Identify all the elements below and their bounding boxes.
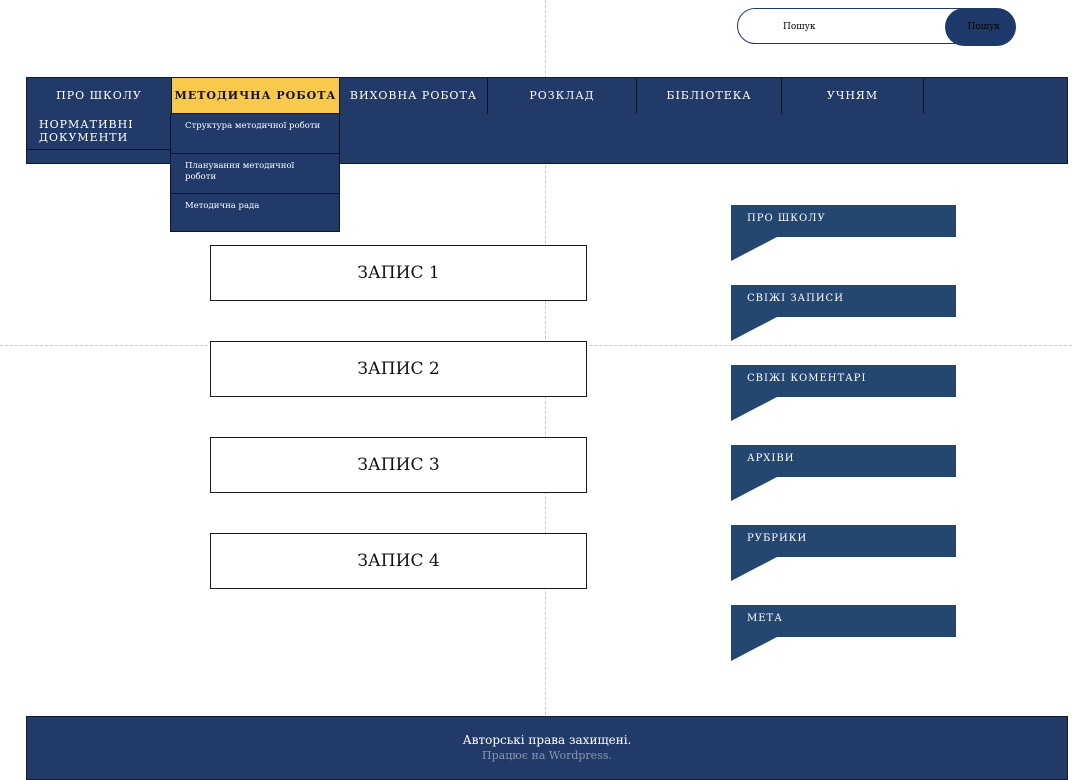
search-input[interactable]: Пошук bbox=[737, 8, 970, 44]
post-card[interactable]: ЗАПИС 4 bbox=[210, 533, 587, 589]
widget-arrow-icon bbox=[731, 557, 777, 581]
footer-copyright: Авторські права захищені. bbox=[462, 733, 632, 747]
nav-item-documents[interactable]: НОРМАТИВНІ ДОКУМЕНТИ bbox=[27, 114, 172, 150]
widget-title: АРХІВИ bbox=[747, 453, 795, 464]
widget-arrow-icon bbox=[731, 237, 777, 261]
widget-recent-posts[interactable]: СВІЖІ ЗАПИСИ bbox=[731, 285, 956, 341]
nav-item-documents-line1: НОРМАТИВНІ bbox=[39, 118, 134, 131]
post-card[interactable]: ЗАПИС 2 bbox=[210, 341, 587, 397]
widget-archives[interactable]: АРХІВИ bbox=[731, 445, 956, 501]
post-card[interactable]: ЗАПИС 1 bbox=[210, 245, 587, 301]
widget-categories[interactable]: РУБРИКИ bbox=[731, 525, 956, 581]
widget-meta[interactable]: МЕТА bbox=[731, 605, 956, 661]
nav-item-about[interactable]: ПРО ШКОЛУ bbox=[27, 78, 172, 114]
dropdown-item-planning[interactable]: Планування методичної роботи bbox=[171, 154, 339, 194]
widget-recent-comments[interactable]: СВІЖІ КОМЕНТАРІ bbox=[731, 365, 956, 421]
nav-divider bbox=[27, 149, 171, 150]
nav-item-documents-line2: ДОКУМЕНТИ bbox=[39, 131, 129, 144]
footer: Авторські права захищені. Працює на Word… bbox=[26, 716, 1068, 780]
search-form: Пошук Пошук bbox=[737, 8, 1016, 46]
dropdown-item-council[interactable]: Методична рада bbox=[171, 194, 339, 231]
nav-item-students[interactable]: УЧНЯМ bbox=[782, 78, 924, 114]
search-button[interactable]: Пошук bbox=[945, 8, 1016, 46]
widget-title: СВІЖІ КОМЕНТАРІ bbox=[747, 373, 867, 384]
widget-title: СВІЖІ ЗАПИСИ bbox=[747, 293, 844, 304]
nav-item-methodical[interactable]: МЕТОДИЧНА РОБОТА bbox=[172, 78, 340, 114]
nav-item-library[interactable]: БІБЛІОТЕКА bbox=[637, 78, 782, 114]
widget-arrow-icon bbox=[731, 477, 777, 501]
widget-arrow-icon bbox=[731, 637, 777, 661]
widget-title: РУБРИКИ bbox=[747, 533, 808, 544]
post-card[interactable]: ЗАПИС 3 bbox=[210, 437, 587, 493]
widget-about[interactable]: ПРО ШКОЛУ bbox=[731, 205, 956, 261]
widget-title: МЕТА bbox=[747, 613, 783, 624]
widget-arrow-icon bbox=[731, 317, 777, 341]
footer-powered-by[interactable]: Працює на Wordpress. bbox=[27, 749, 1067, 762]
dropdown-item-structure[interactable]: Структура методичної роботи bbox=[171, 114, 339, 154]
nav-item-schedule[interactable]: РОЗКЛАД bbox=[488, 78, 637, 114]
widget-title: ПРО ШКОЛУ bbox=[747, 213, 826, 224]
methodical-dropdown: Структура методичної роботи Планування м… bbox=[170, 113, 340, 232]
widget-arrow-icon bbox=[731, 397, 777, 421]
nav-item-educational[interactable]: ВИХОВНА РОБОТА bbox=[340, 78, 488, 114]
